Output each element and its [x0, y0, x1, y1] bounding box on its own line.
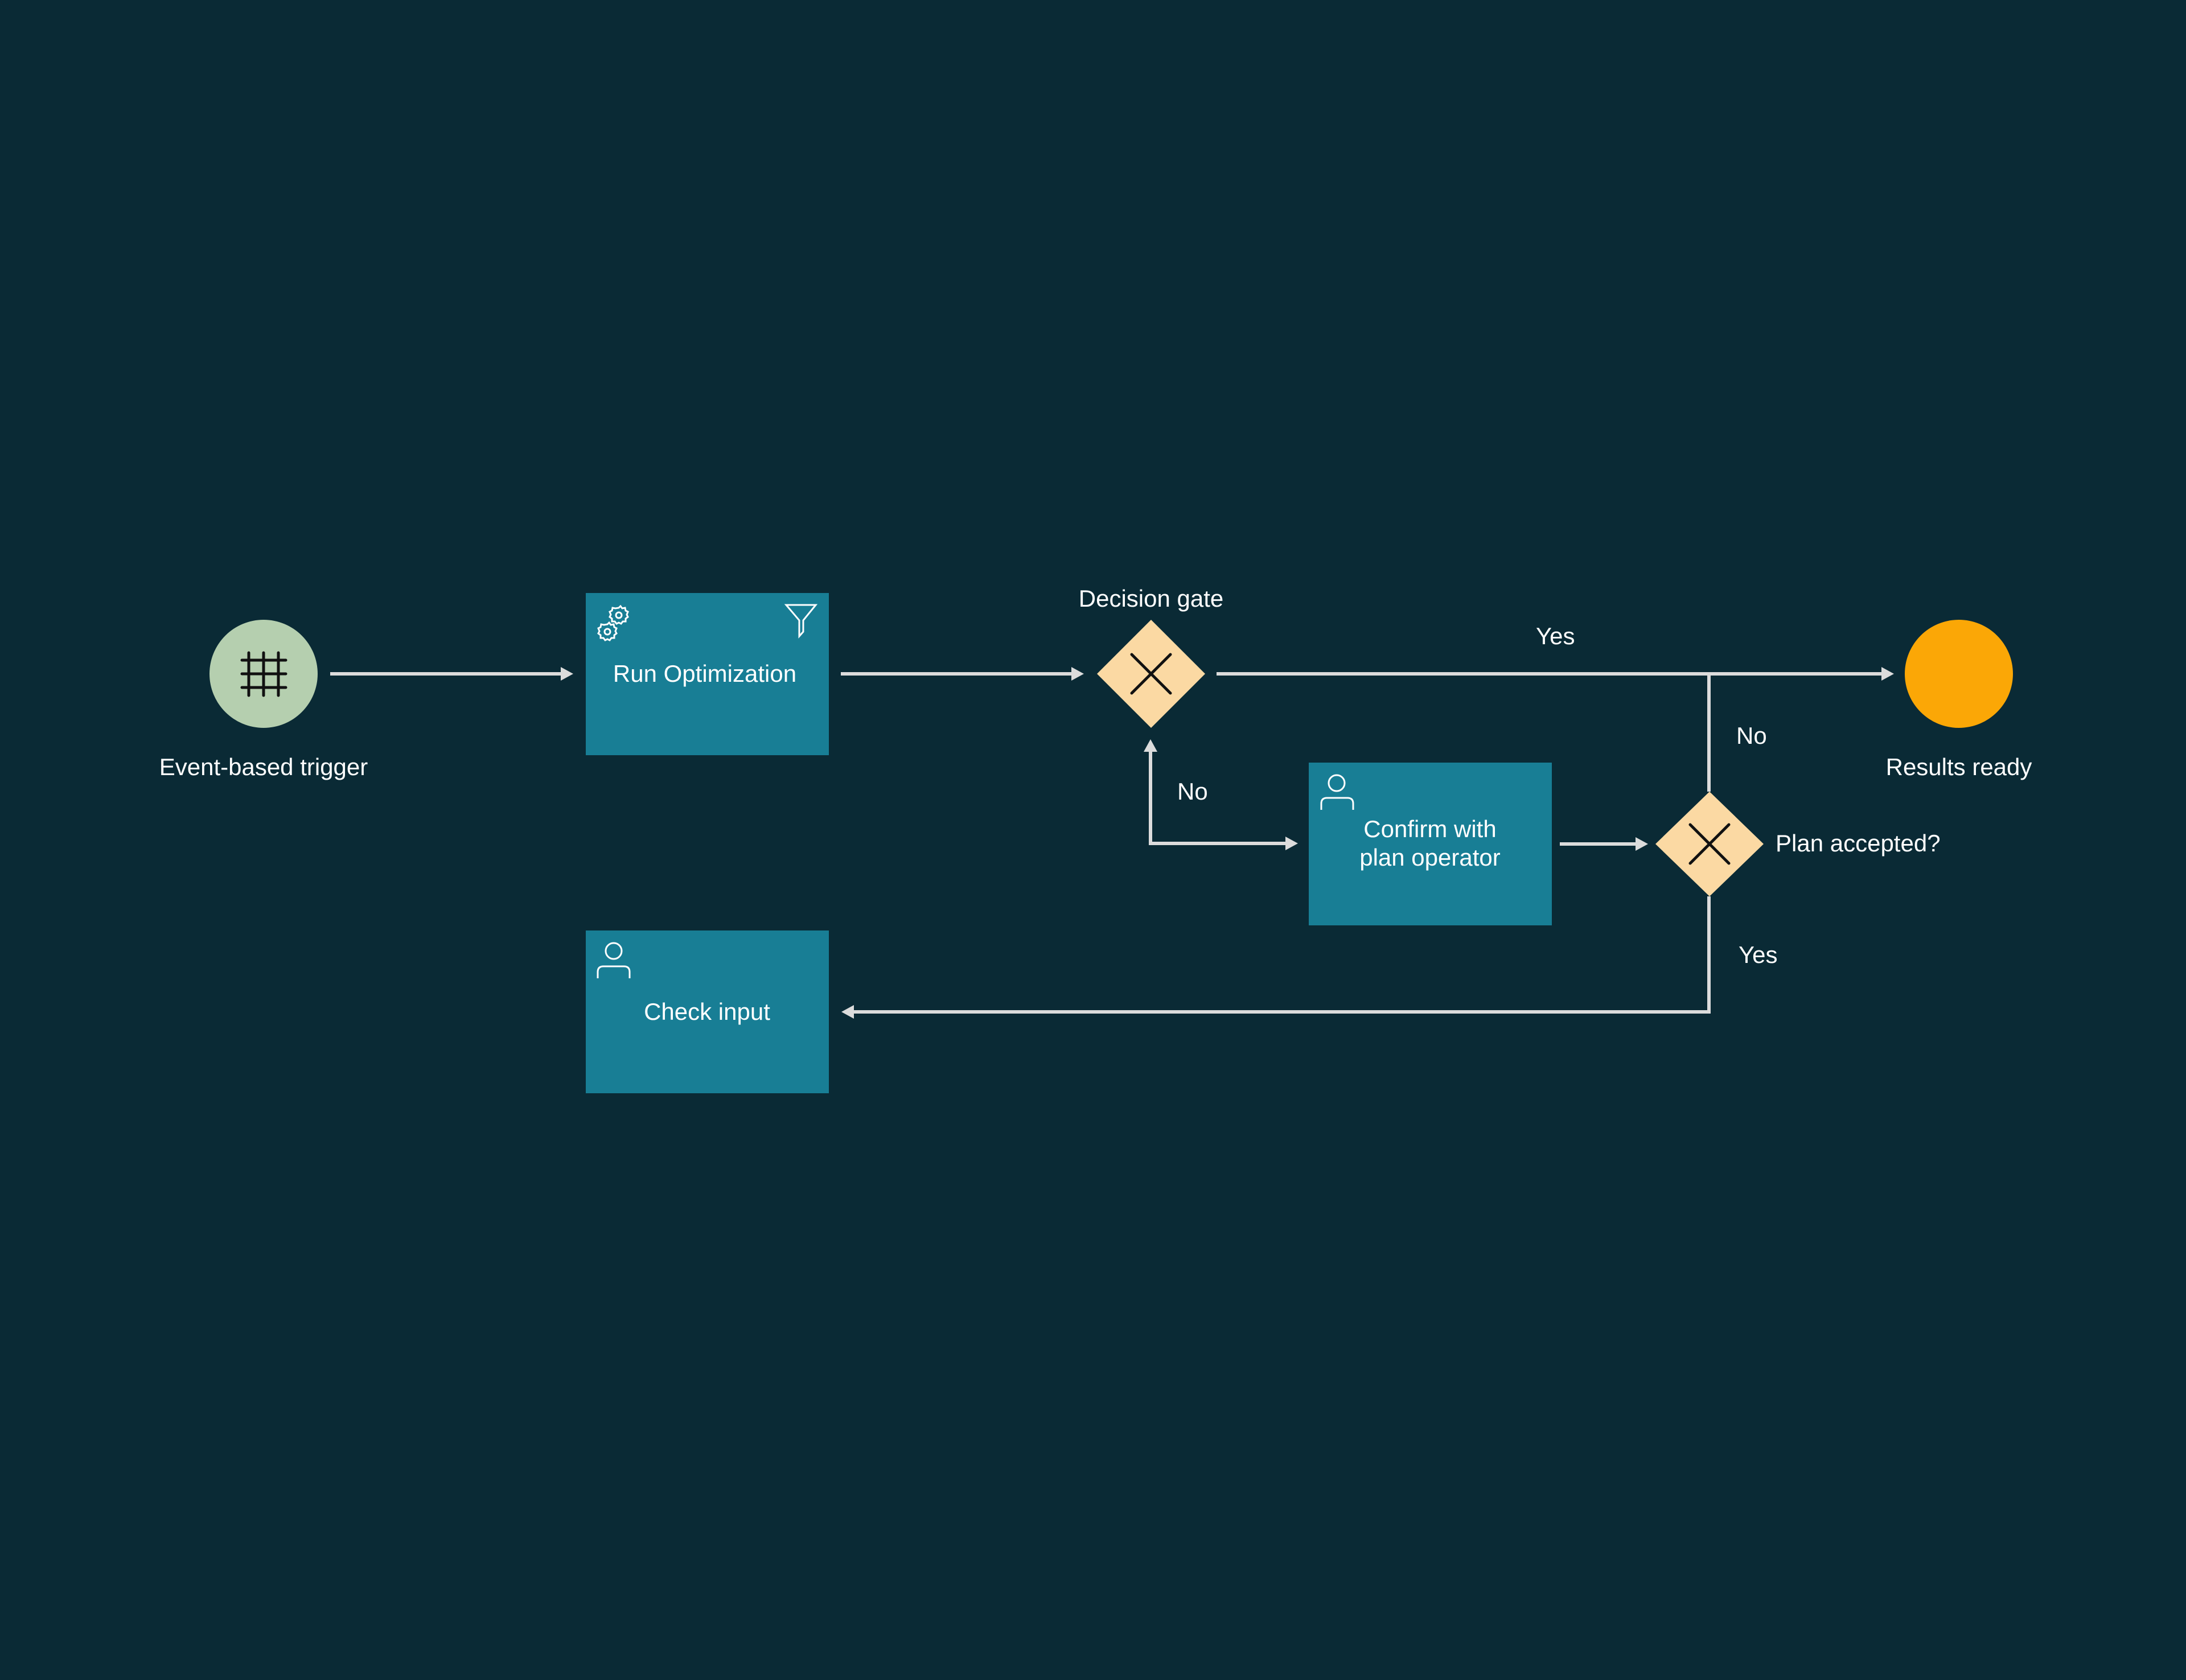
flow-run-to-gate[interactable]: [841, 667, 1084, 681]
flow-start-to-run[interactable]: [330, 667, 573, 681]
flow-label-plan-yes: Yes: [1739, 941, 1778, 968]
flow-label-plan-no: No: [1736, 722, 1767, 749]
task-confirm-with-plan-operator[interactable]: Confirm with plan operator: [1309, 763, 1552, 925]
task-label-line1: Confirm with: [1363, 816, 1496, 842]
task-label: Run Optimization: [613, 660, 796, 687]
plan-accepted-label: Plan accepted?: [1776, 830, 1941, 857]
start-event[interactable]: [209, 620, 318, 728]
bpmn-diagram: Event-based trigger Run Optimization Dec…: [159, 585, 2032, 1093]
flow-gate-no-to-confirm[interactable]: [1144, 739, 1298, 850]
decision-gate-label: Decision gate: [1079, 585, 1223, 612]
end-event-label: Results ready: [1886, 753, 2032, 780]
gateway-decision-gate[interactable]: [1097, 620, 1205, 728]
arrowhead: [841, 1005, 854, 1019]
flow-confirm-to-plan-gate[interactable]: [1560, 837, 1648, 851]
arrowhead: [1071, 667, 1084, 681]
end-event-circle: [1905, 620, 2013, 728]
flow-gate-yes-to-end[interactable]: [1217, 667, 1894, 681]
task-check-input[interactable]: Check input: [586, 930, 829, 1093]
task-run-optimization[interactable]: Run Optimization: [586, 593, 829, 755]
gateway-plan-accepted[interactable]: [1655, 792, 1764, 896]
grid-icon: [240, 651, 287, 697]
task-label: Check input: [644, 998, 770, 1025]
arrowhead: [1144, 739, 1157, 752]
flow-label-gate-no: No: [1177, 778, 1208, 805]
flow-label-gate-yes: Yes: [1536, 623, 1575, 649]
arrowhead: [1285, 837, 1298, 850]
start-event-label: Event-based trigger: [159, 753, 368, 780]
end-event[interactable]: [1905, 620, 2013, 728]
arrowhead: [1636, 837, 1648, 851]
task-label-line2: plan operator: [1359, 844, 1501, 871]
arrowhead: [1881, 667, 1894, 681]
arrowhead: [561, 667, 573, 681]
flow-plan-yes-to-check[interactable]: [841, 896, 1711, 1019]
